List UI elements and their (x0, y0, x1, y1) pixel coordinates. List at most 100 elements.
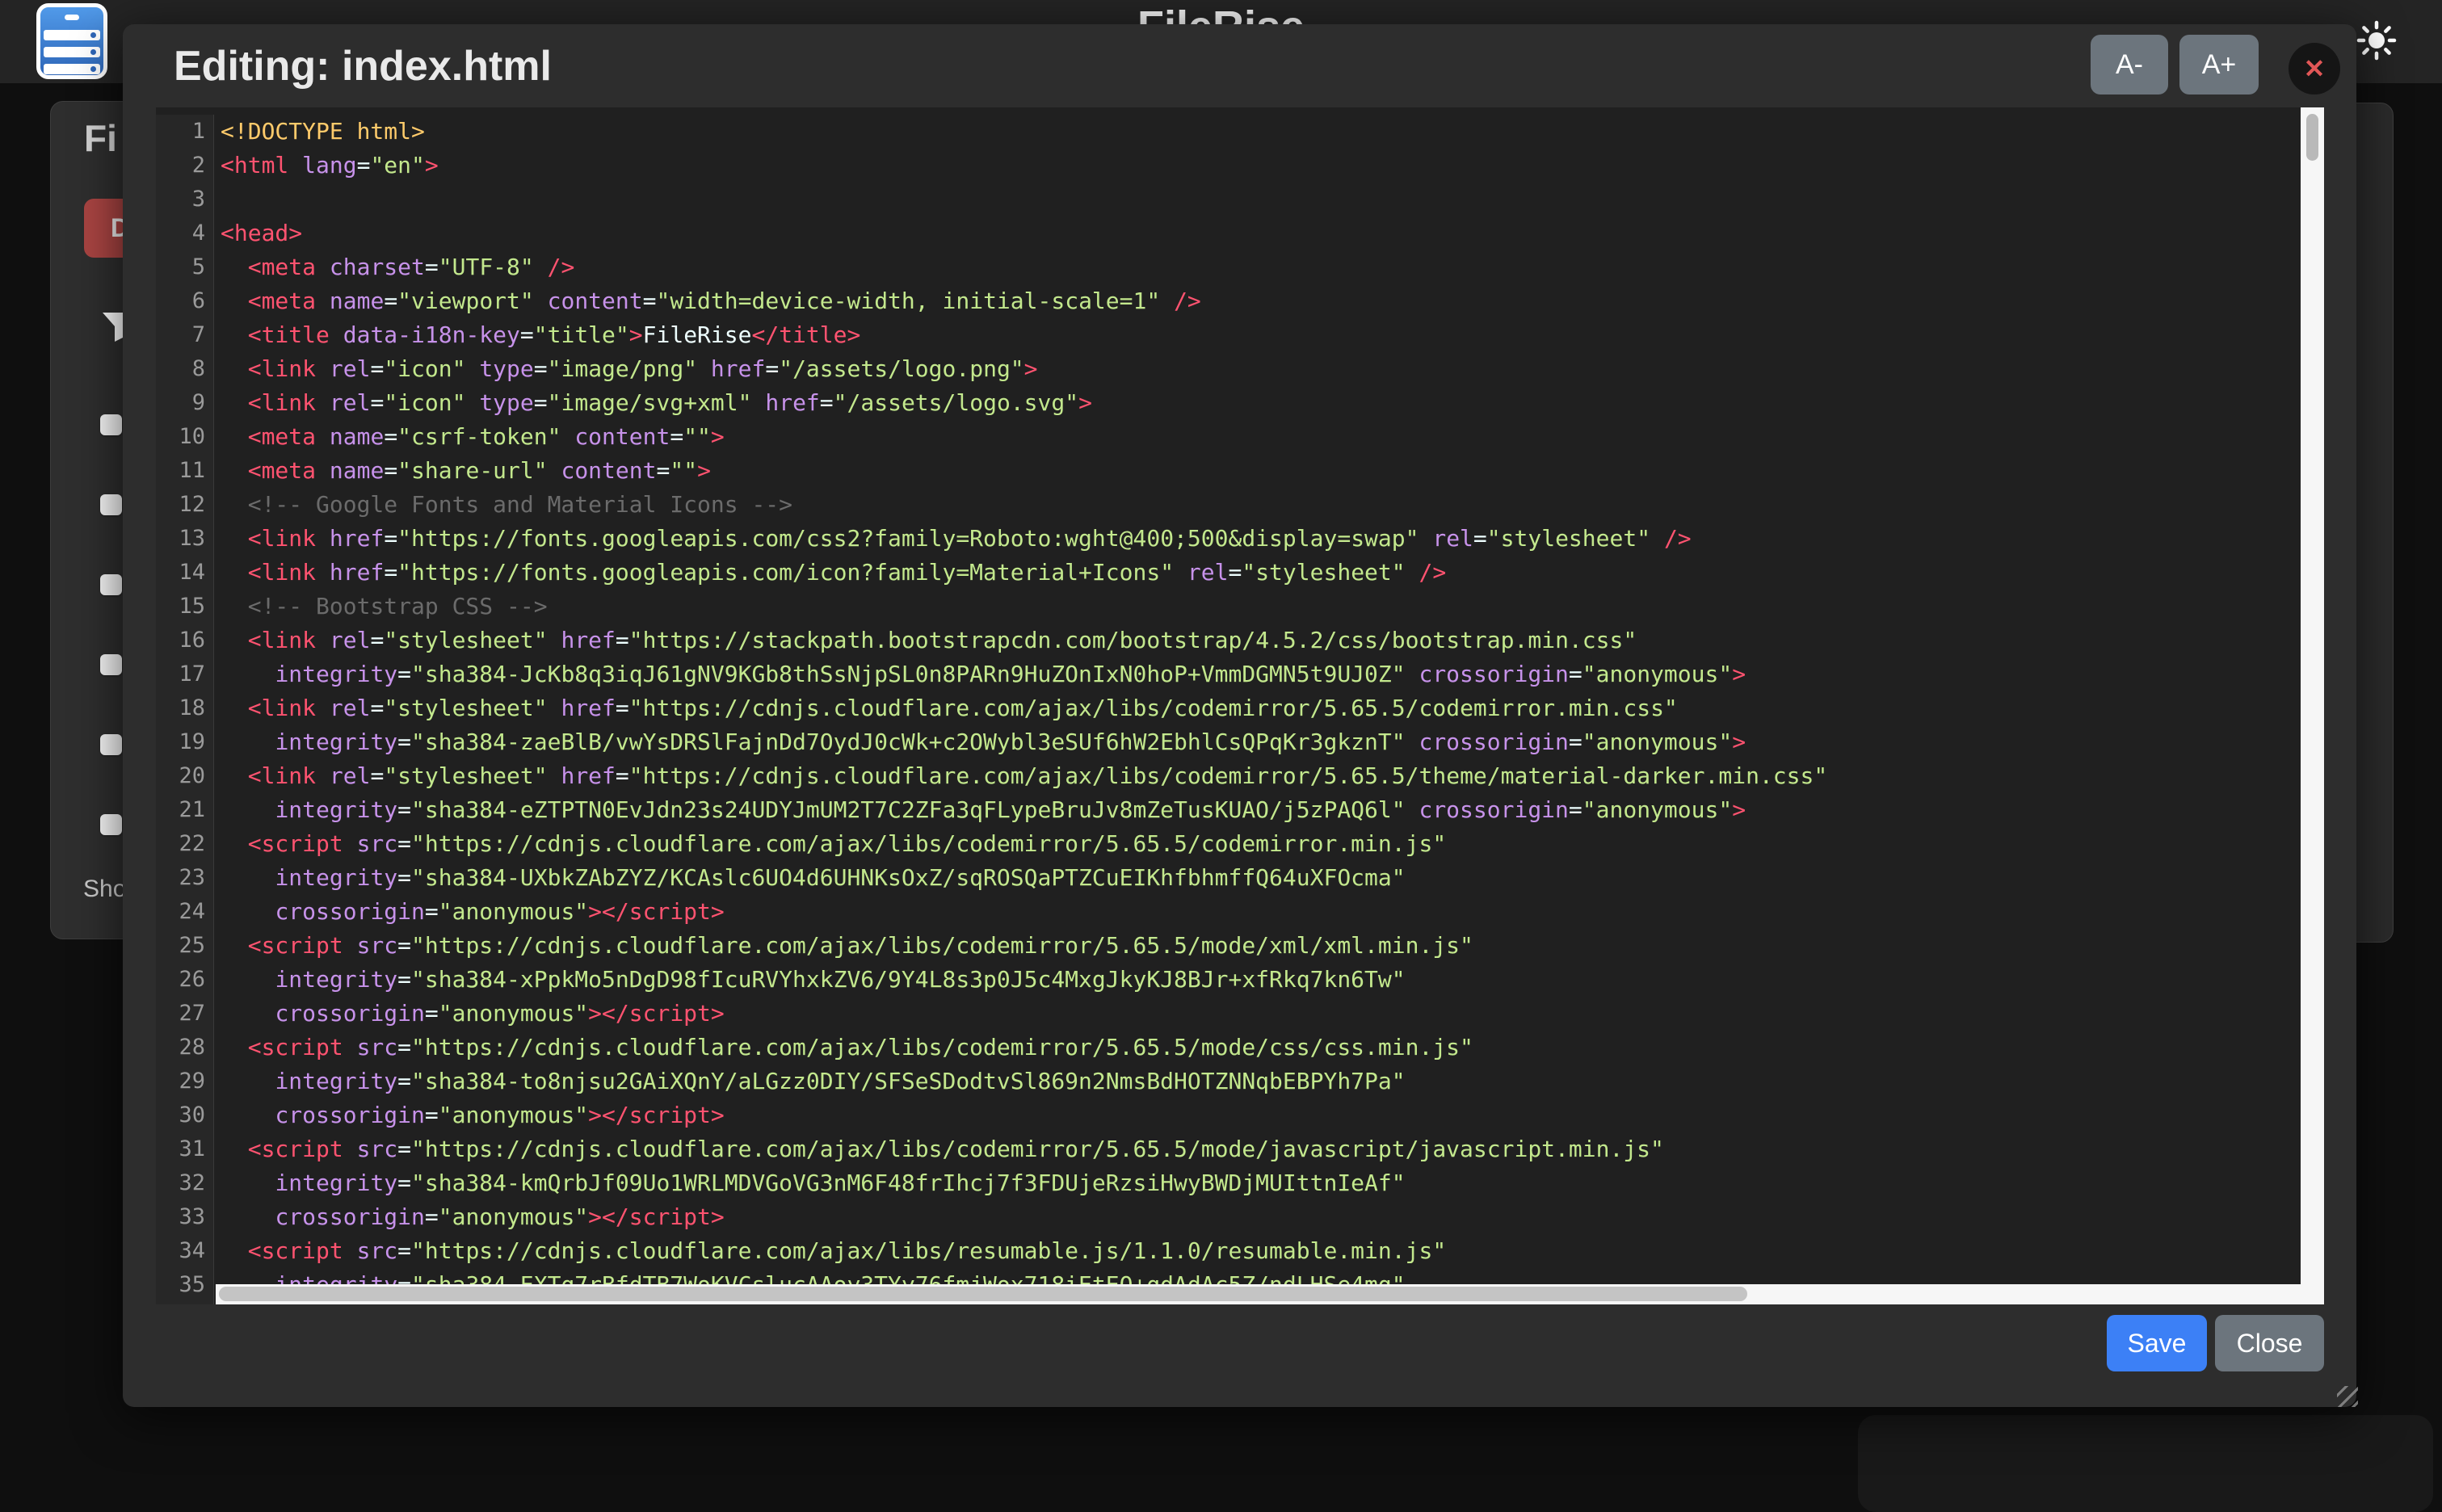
code-line[interactable]: <link rel="stylesheet" href="https://sta… (221, 624, 2301, 657)
line-number: 12 (156, 488, 213, 522)
code-line[interactable]: <meta name="csrf-token" content=""> (221, 420, 2301, 454)
code-line[interactable]: integrity="sha384-eZTPTN0EvJdn23s24UDYJm… (221, 793, 2301, 827)
code-line[interactable]: crossorigin="anonymous"></script> (221, 895, 2301, 929)
vertical-scrollbar[interactable] (2301, 107, 2324, 1304)
logo-slot (65, 15, 79, 20)
logo-bar (44, 64, 100, 74)
editor-modal: Editing: index.html A- A+ ✕ 123456789101… (123, 24, 2356, 1407)
line-number: 1 (156, 115, 213, 149)
code-line[interactable]: <link href="https://fonts.googleapis.com… (221, 556, 2301, 590)
code-line[interactable]: <link rel="icon" type="image/svg+xml" hr… (221, 386, 2301, 420)
line-number: 32 (156, 1166, 213, 1200)
line-number: 28 (156, 1031, 213, 1065)
sidebar-checkbox[interactable] (100, 494, 122, 515)
light-mode-sun-icon[interactable] (2356, 19, 2398, 61)
code-line[interactable]: <head> (221, 216, 2301, 250)
line-number: 13 (156, 522, 213, 556)
code-editor: 1234567891011121314151617181920212223242… (156, 107, 2324, 1304)
line-number: 11 (156, 454, 213, 488)
horizontal-scrollbar[interactable] (216, 1284, 2301, 1304)
line-number: 24 (156, 895, 213, 929)
line-number: 4 (156, 216, 213, 250)
line-number: 19 (156, 725, 213, 759)
line-number: 25 (156, 929, 213, 963)
filerise-logo-icon[interactable] (36, 3, 107, 79)
code-line[interactable]: crossorigin="anonymous"></script> (221, 1200, 2301, 1234)
line-number: 30 (156, 1098, 213, 1132)
line-number: 34 (156, 1234, 213, 1268)
code-line[interactable]: <script src="https://cdnjs.cloudflare.co… (221, 1132, 2301, 1166)
line-number: 8 (156, 352, 213, 386)
font-increase-button[interactable]: A+ (2179, 35, 2259, 94)
bottom-right-card (1858, 1415, 2433, 1512)
gutter: 1234567891011121314151617181920212223242… (156, 115, 214, 1304)
line-number: 35 (156, 1268, 213, 1302)
line-number: 31 (156, 1132, 213, 1166)
line-number: 7 (156, 318, 213, 352)
code-line[interactable]: <html lang="en"> (221, 149, 2301, 183)
sidebar-checkbox[interactable] (100, 654, 122, 675)
sidebar-footer-text: Sho (83, 876, 126, 903)
modal-title: Editing: index.html (174, 42, 552, 90)
logo-bar (44, 30, 100, 40)
code-line[interactable]: integrity="sha384-UXbkZAbZYZ/KCAslc6UO4d… (221, 861, 2301, 895)
line-number: 20 (156, 759, 213, 793)
line-number: 15 (156, 590, 213, 624)
code-line[interactable]: <script src="https://cdnjs.cloudflare.co… (221, 1031, 2301, 1065)
save-button[interactable]: Save (2107, 1315, 2207, 1371)
resize-handle[interactable] (2337, 1386, 2358, 1407)
sidebar-checkbox[interactable] (100, 574, 122, 595)
code-line[interactable]: integrity="sha384-JcKb8q3iqJ61gNV9KGb8th… (221, 657, 2301, 691)
line-number: 22 (156, 827, 213, 861)
code-line[interactable]: integrity="sha384-to8njsu2GAiXQnY/aLGzz0… (221, 1065, 2301, 1098)
code-line[interactable]: <link rel="stylesheet" href="https://cdn… (221, 759, 2301, 793)
line-number: 26 (156, 963, 213, 997)
code-line[interactable]: crossorigin="anonymous"></script> (221, 997, 2301, 1031)
font-decrease-button[interactable]: A- (2091, 35, 2168, 94)
logo-bar (44, 47, 100, 57)
code-line[interactable]: <link rel="icon" type="image/png" href="… (221, 352, 2301, 386)
code-line[interactable]: <!-- Google Fonts and Material Icons --> (221, 488, 2301, 522)
code-line[interactable] (221, 183, 2301, 216)
code-area[interactable]: <!DOCTYPE html><html lang="en"> <head> <… (221, 115, 2301, 1304)
sidebar-checkbox[interactable] (100, 414, 122, 435)
code-line[interactable]: <meta name="viewport" content="width=dev… (221, 284, 2301, 318)
line-number: 10 (156, 420, 213, 454)
code-line[interactable]: integrity="sha384-zaeBlB/vwYsDRSlFajnDd7… (221, 725, 2301, 759)
line-number: 2 (156, 149, 213, 183)
code-line[interactable]: crossorigin="anonymous"></script> (221, 1098, 2301, 1132)
vertical-scrollbar-thumb[interactable] (2306, 114, 2318, 161)
horizontal-scrollbar-thumb[interactable] (219, 1287, 1747, 1301)
line-number: 23 (156, 861, 213, 895)
line-number: 9 (156, 386, 213, 420)
code-line[interactable]: <title data-i18n-key="title">FileRise</t… (221, 318, 2301, 352)
code-line[interactable]: integrity="sha384-xPpkMo5nDgD98fIcuRVYhx… (221, 963, 2301, 997)
line-number: 6 (156, 284, 213, 318)
line-number: 17 (156, 657, 213, 691)
line-number: 3 (156, 183, 213, 216)
sidebar-checkbox[interactable] (100, 814, 122, 835)
line-number: 29 (156, 1065, 213, 1098)
code-line[interactable]: <!-- Bootstrap CSS --> (221, 590, 2301, 624)
line-number: 14 (156, 556, 213, 590)
code-line[interactable]: <!DOCTYPE html> (221, 115, 2301, 149)
line-number: 27 (156, 997, 213, 1031)
line-number: 18 (156, 691, 213, 725)
line-number: 5 (156, 250, 213, 284)
code-line[interactable]: <meta name="share-url" content=""> (221, 454, 2301, 488)
code-line[interactable]: integrity="sha384-kmQrbJf09Uo1WRLMDVGoVG… (221, 1166, 2301, 1200)
close-icon[interactable]: ✕ (2289, 43, 2340, 94)
sidebar-heading: Fi (84, 116, 117, 160)
line-number: 33 (156, 1200, 213, 1234)
sidebar-checkbox-list (100, 414, 122, 894)
code-line[interactable]: <script src="https://cdnjs.cloudflare.co… (221, 929, 2301, 963)
code-line[interactable]: <script src="https://cdnjs.cloudflare.co… (221, 1234, 2301, 1268)
line-number: 21 (156, 793, 213, 827)
sidebar-checkbox[interactable] (100, 734, 122, 755)
line-number: 16 (156, 624, 213, 657)
code-line[interactable]: <link rel="stylesheet" href="https://cdn… (221, 691, 2301, 725)
code-line[interactable]: <script src="https://cdnjs.cloudflare.co… (221, 827, 2301, 861)
close-button[interactable]: Close (2215, 1315, 2324, 1371)
code-line[interactable]: <link href="https://fonts.googleapis.com… (221, 522, 2301, 556)
code-line[interactable]: <meta charset="UTF-8" /> (221, 250, 2301, 284)
